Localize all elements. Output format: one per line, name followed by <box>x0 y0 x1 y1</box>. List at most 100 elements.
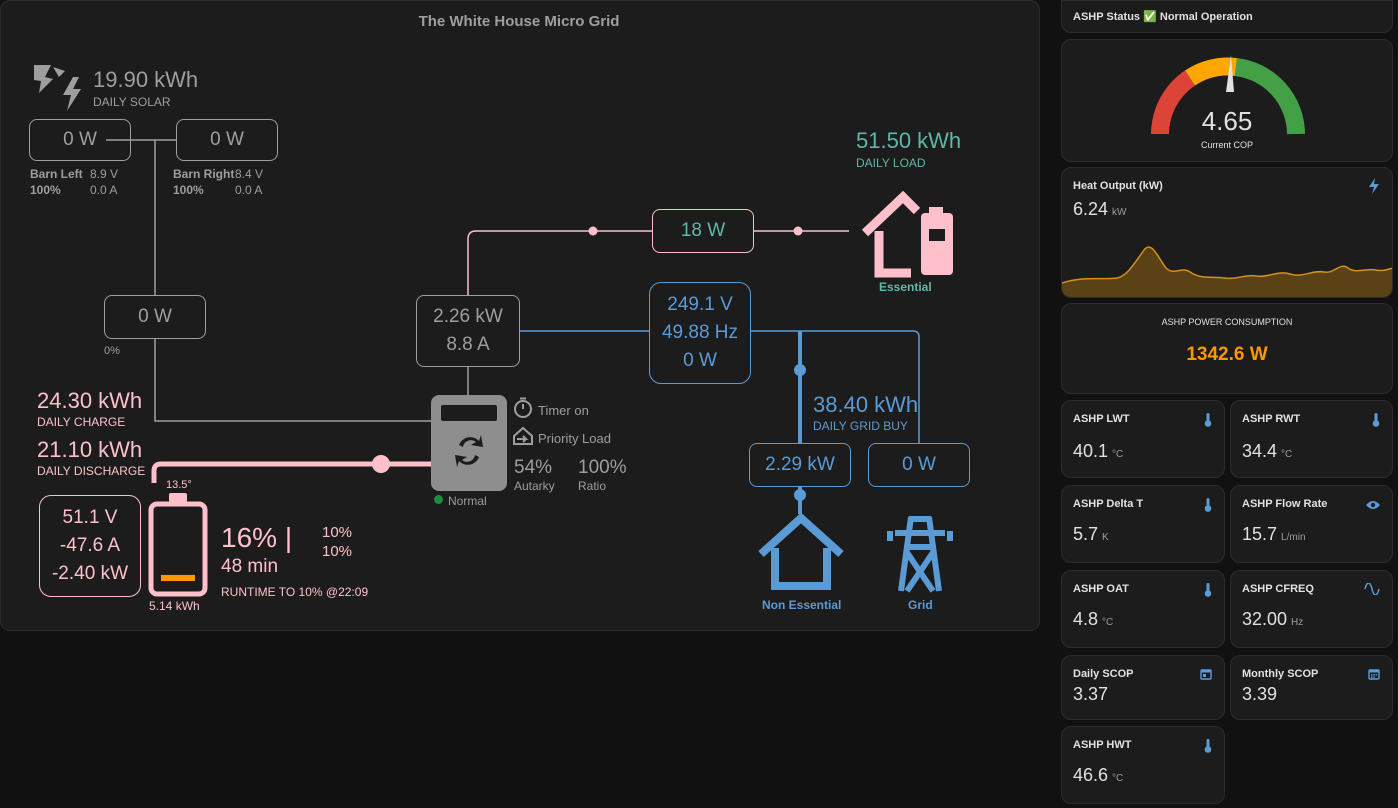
cop-label: Current COP <box>1200 140 1253 150</box>
tile-value: 3.37 <box>1073 684 1109 704</box>
thermometer-icon <box>1204 498 1212 515</box>
tile-value: 5.7 <box>1073 524 1099 544</box>
tile-value: 40.1 <box>1073 441 1109 461</box>
grid-frequency: 49.88 Hz <box>661 322 739 343</box>
non-essential-flow-dot <box>794 489 806 501</box>
barn-right-current: 0.0 A <box>235 183 263 197</box>
heat-output-title: Heat Output (kW) <box>1073 180 1163 192</box>
battery-voltage: 51.1 V <box>62 507 118 528</box>
status-dot-icon <box>434 495 443 504</box>
eye-icon <box>1366 498 1380 513</box>
essential-label: Essential <box>879 280 932 294</box>
battery-current: -47.6 A <box>59 535 121 556</box>
barn-right-power[interactable]: 0 W <box>176 119 278 161</box>
tile-title: ASHP Delta T <box>1073 498 1144 510</box>
grid-power-box[interactable]: 0 W <box>868 443 970 487</box>
heat-output-value: 6.24 <box>1073 199 1109 219</box>
tile-unit: °C <box>1102 617 1114 628</box>
ashp-tile-ashp-oat[interactable]: ASHP OAT 4.8 °C <box>1061 570 1225 648</box>
calendar-today-icon <box>1200 668 1212 683</box>
non-essential-label: Non Essential <box>762 598 842 612</box>
essential-power[interactable]: 18 W <box>652 209 754 253</box>
grid-power: 0 W <box>683 350 717 371</box>
solar-total-power[interactable]: 0 W <box>104 295 206 339</box>
ashp-power-card[interactable]: ASHP POWER CONSUMPTION 1342.6 W <box>1061 303 1393 394</box>
ratio-value: 100% <box>578 457 627 478</box>
sine-wave-icon <box>1364 582 1380 598</box>
autarky-label: Autarky <box>514 479 555 493</box>
timer-icon <box>513 397 532 418</box>
ashp-tile-daily-scop[interactable]: Daily SCOP 3.37 <box>1061 655 1225 720</box>
battery-soc: 16% | <box>221 522 293 553</box>
non-essential-power[interactable]: 2.29 kW <box>749 443 851 487</box>
ashp-tile-ashp-hwt[interactable]: ASHP HWT 46.6 °C <box>1061 726 1225 804</box>
ratio-label: Ratio <box>578 479 607 493</box>
tile-title: ASHP CFREQ <box>1242 583 1314 595</box>
flash-icon <box>1368 178 1380 199</box>
tile-unit: °C <box>1281 449 1293 460</box>
daily-charge-label: DAILY CHARGE <box>37 415 126 429</box>
heat-output-card[interactable]: Heat Output (kW) 6.24 kW <box>1061 167 1393 298</box>
load-flow-dot <box>793 226 803 236</box>
barn-right-voltage: 8.4 V <box>235 167 264 181</box>
tile-title: ASHP RWT <box>1242 413 1301 425</box>
tile-title: Daily SCOP <box>1073 668 1134 680</box>
daily-grid-buy-value: 38.40 kWh <box>813 392 919 417</box>
tile-value: 34.4 <box>1242 441 1278 461</box>
essential-home-battery-icon[interactable] <box>859 191 957 279</box>
daily-solar-value: 19.90 kWh <box>93 67 199 92</box>
tile-unit: °C <box>1112 449 1124 460</box>
ashp-tile-ashp-delta-t[interactable]: ASHP Delta T 5.7 K <box>1061 485 1225 563</box>
grid-tower-icon[interactable] <box>887 511 953 595</box>
barn-right-pct: 100% <box>173 183 204 197</box>
tile-unit: L/min <box>1281 532 1306 543</box>
ashp-status-card[interactable]: ASHP Status ✅ Normal Operation <box>1061 0 1393 33</box>
timer-status: Timer on <box>538 403 589 418</box>
tile-unit: °C <box>1112 773 1124 784</box>
grid-voltage: 249.1 V <box>667 294 733 315</box>
ashp-power-title: ASHP POWER CONSUMPTION <box>1161 317 1293 327</box>
battery-power: -2.40 kW <box>51 563 129 584</box>
tile-unit: K <box>1102 532 1109 543</box>
battery-level-fill <box>161 574 195 581</box>
battery-soc-min-b: 10% <box>322 543 353 560</box>
tile-title: Monthly SCOP <box>1242 668 1319 680</box>
thermometer-icon <box>1204 739 1212 756</box>
cop-value: 4.65 <box>1201 106 1253 136</box>
tile-title: ASHP OAT <box>1073 583 1129 595</box>
tile-value: 15.7 <box>1242 524 1278 544</box>
ashp-tile-ashp-flow-rate[interactable]: ASHP Flow Rate 15.7 L/min <box>1230 485 1393 563</box>
solar-panel-icon <box>34 65 81 111</box>
ashp-power-value: 1342.6 W <box>1186 344 1268 365</box>
ashp-status-label: ASHP Status <box>1073 11 1141 23</box>
ashp-tile-ashp-rwt[interactable]: ASHP RWT 34.4 °C <box>1230 400 1393 478</box>
autarky-value: 54% <box>514 457 553 478</box>
ashp-tile-monthly-scop[interactable]: Monthly SCOP 3.39 <box>1230 655 1393 720</box>
barn-left-power[interactable]: 0 W <box>29 119 131 161</box>
barn-left-name: Barn Left <box>30 167 83 181</box>
non-essential-home-icon[interactable] <box>757 514 845 590</box>
tile-value: 3.39 <box>1242 684 1278 704</box>
priority-load-icon <box>512 426 534 451</box>
load-flow-dot <box>588 226 598 236</box>
tile-title: ASHP LWT <box>1073 413 1130 425</box>
battery-icon[interactable] <box>147 491 209 597</box>
battery-capacity: 5.14 kWh <box>149 599 200 613</box>
daily-charge-value: 24.30 kWh <box>37 388 143 413</box>
inverter-power-box[interactable]: 2.26 kW 8.8 A <box>416 295 520 367</box>
daily-load-value: 51.50 kWh <box>856 128 962 153</box>
daily-load-label: DAILY LOAD <box>856 156 926 170</box>
tile-value: 32.00 <box>1242 609 1288 629</box>
grid-stats-box[interactable]: 249.1 V 49.88 Hz 0 W <box>649 282 751 384</box>
inverter-status: Normal <box>448 494 487 508</box>
ashp-tile-ashp-lwt[interactable]: ASHP LWT 40.1 °C <box>1061 400 1225 478</box>
battery-runtime-label: RUNTIME TO 10% @22:09 <box>221 585 369 599</box>
solar-total-pct: 0% <box>104 345 120 357</box>
cop-gauge-card[interactable]: 4.65 Current COP <box>1061 39 1393 162</box>
battery-stats-box[interactable]: 51.1 V -47.6 A -2.40 kW <box>39 495 141 597</box>
power-flow-card: The White House Micro Grid 19.90 kWh DAI… <box>0 0 1040 631</box>
inverter-icon[interactable] <box>431 395 507 491</box>
ashp-tile-ashp-cfreq[interactable]: ASHP CFREQ 32.00 Hz <box>1230 570 1393 648</box>
tile-title: ASHP HWT <box>1073 739 1132 751</box>
check-icon: ✅ <box>1143 11 1157 23</box>
